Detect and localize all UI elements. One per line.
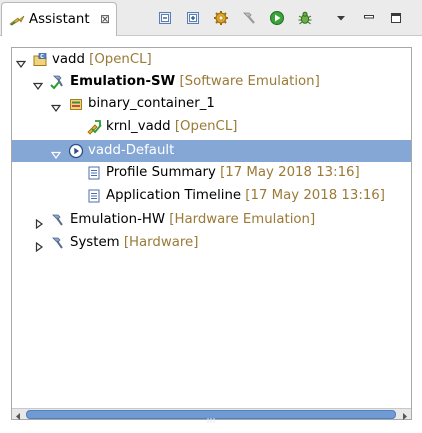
project-icon: C: [32, 52, 48, 68]
scroll-right-arrow-icon[interactable]: [400, 410, 409, 420]
expanded-chevron-icon[interactable]: [50, 146, 62, 160]
tree-item-decoration: [OpenCL]: [174, 119, 238, 134]
tree-item-decoration: [17 May 2018 13:16]: [245, 188, 385, 203]
svg-text:C: C: [40, 54, 44, 60]
project-tree[interactable]: C vadd [OpenCL] Emulation-SW [Software E…: [11, 47, 412, 420]
collapse-all-icon[interactable]: [157, 10, 173, 26]
kernel-icon: [86, 119, 102, 135]
tree-item-label: System: [70, 235, 120, 250]
tree-item-application-timeline[interactable]: Application Timeline [17 May 2018 13:16]: [12, 185, 411, 207]
tree-item-label: vadd-Default: [88, 143, 175, 158]
tree-item-krnl-vadd[interactable]: krnl_vadd [OpenCL]: [12, 116, 411, 138]
tree-item-vadd-default[interactable]: vadd-Default: [12, 140, 411, 162]
report-icon: [86, 188, 102, 204]
tree-item-label: Emulation-HW: [70, 212, 166, 227]
settings-gear-icon[interactable]: [213, 10, 229, 26]
expanded-chevron-icon[interactable]: [15, 55, 27, 69]
run-config-icon: [68, 143, 84, 159]
tree-item-profile-summary[interactable]: Profile Summary [17 May 2018 13:16]: [12, 162, 411, 184]
tree-item-label: krnl_vadd: [106, 119, 171, 134]
tree-item-decoration: [OpenCL]: [89, 52, 152, 67]
scrollbar-grip-icon: [207, 412, 215, 423]
tree-item-label: Profile Summary: [106, 165, 216, 180]
tree-item-system[interactable]: System [Hardware]: [12, 232, 411, 254]
tab-assistant[interactable]: Assistant ⊠: [1, 2, 117, 36]
binary-container-icon: [68, 96, 84, 112]
minimize-icon[interactable]: [361, 10, 377, 26]
build-hammer-icon[interactable]: [241, 10, 257, 26]
build-config-icon: [50, 235, 66, 251]
tree-item-label: binary_container_1: [88, 96, 215, 111]
collapsed-chevron-icon[interactable]: [34, 215, 44, 230]
collapsed-chevron-icon[interactable]: [34, 238, 44, 253]
expanded-chevron-icon[interactable]: [32, 77, 44, 91]
view-menu-icon[interactable]: [333, 10, 349, 26]
assistant-icon: [9, 13, 25, 27]
tree-item-decoration: [17 May 2018 13:16]: [220, 165, 360, 180]
build-config-active-icon: [50, 74, 66, 90]
tree-item-decoration: [Hardware]: [123, 235, 199, 250]
tree-item-decoration: [Software Emulation]: [179, 74, 320, 89]
scroll-left-arrow-icon[interactable]: [14, 410, 23, 420]
build-config-icon: [50, 212, 66, 228]
run-icon[interactable]: [269, 10, 285, 26]
tab-title: Assistant: [29, 12, 90, 27]
tree-item-decoration: [Hardware Emulation]: [169, 212, 316, 227]
expanded-chevron-icon[interactable]: [50, 99, 62, 113]
maximize-icon[interactable]: [388, 10, 404, 26]
assistant-view: Assistant ⊠ C vadd [OpenCL] Emulation-SW…: [0, 0, 422, 433]
tree-item-label: vadd: [52, 52, 85, 67]
tree-item-label: Application Timeline: [106, 188, 242, 203]
tree-item-vadd[interactable]: C vadd [OpenCL]: [12, 49, 411, 71]
scrollbar-thumb[interactable]: [26, 410, 396, 423]
report-icon: [86, 165, 102, 181]
tree-item-binary-container-1[interactable]: binary_container_1: [12, 93, 411, 115]
tree-item-emulation-hw[interactable]: Emulation-HW [Hardware Emulation]: [12, 209, 411, 231]
expand-all-icon[interactable]: [185, 10, 201, 26]
view-tab-bar: Assistant ⊠: [0, 0, 422, 36]
debug-icon[interactable]: [297, 10, 313, 26]
tree-item-label: Emulation-SW: [70, 74, 176, 89]
horizontal-scrollbar[interactable]: [12, 408, 411, 423]
tree-item-emulation-sw[interactable]: Emulation-SW [Software Emulation]: [12, 71, 411, 93]
tab-close-icon[interactable]: ⊠: [100, 12, 110, 26]
